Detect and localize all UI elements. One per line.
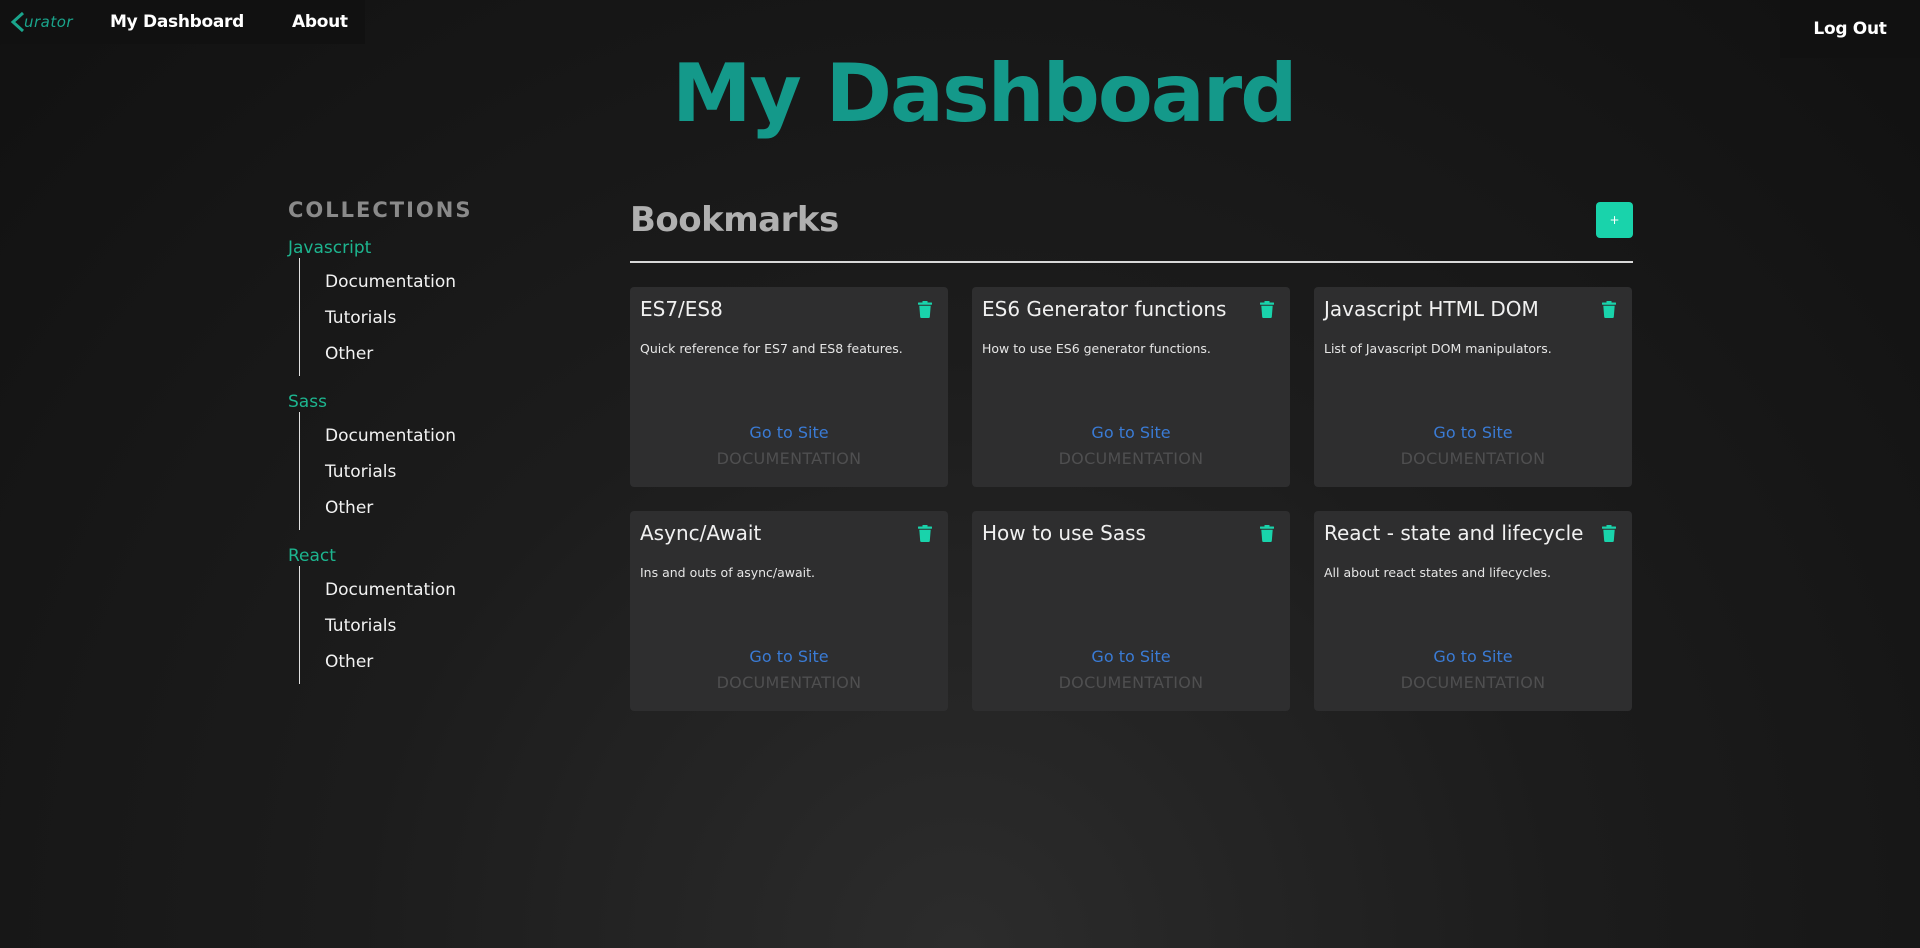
bookmarks-panel: Bookmarks + ES7/ES8 Quick reference for … xyxy=(630,200,1633,711)
sub-item-other[interactable]: Other xyxy=(325,644,528,680)
sub-item-documentation[interactable]: Documentation xyxy=(325,418,528,454)
go-to-site-link[interactable]: Go to Site xyxy=(972,647,1290,666)
collection-sass[interactable]: Sass xyxy=(288,392,528,412)
trash-icon[interactable] xyxy=(1602,301,1616,318)
collection-sub-list: Documentation Tutorials Other xyxy=(299,258,528,376)
sub-item-documentation[interactable]: Documentation xyxy=(325,264,528,300)
collection-sub-list: Documentation Tutorials Other xyxy=(299,566,528,684)
bookmark-card: How to use Sass Go to Site DOCUMENTATION xyxy=(972,511,1290,711)
trash-icon[interactable] xyxy=(1602,525,1616,542)
trash-icon[interactable] xyxy=(1260,301,1274,318)
bookmark-description: Ins and outs of async/await. xyxy=(640,565,816,580)
sub-item-tutorials[interactable]: Tutorials xyxy=(325,300,528,336)
go-to-site-link[interactable]: Go to Site xyxy=(1314,423,1632,442)
bookmark-description: How to use ES6 generator functions. xyxy=(982,341,1211,356)
bookmark-card: Javascript HTML DOM List of Javascript D… xyxy=(1314,287,1632,487)
bookmark-description: All about react states and lifecycles. xyxy=(1324,565,1551,580)
bookmark-category-tag: DOCUMENTATION xyxy=(1058,673,1204,692)
trash-icon[interactable] xyxy=(918,525,932,542)
bookmark-category-tag: DOCUMENTATION xyxy=(1400,673,1546,692)
bookmark-title: Async/Await xyxy=(640,521,762,545)
navbar: urator My Dashboard About xyxy=(0,0,365,44)
collection-group: React Documentation Tutorials Other xyxy=(288,546,528,684)
collection-javascript[interactable]: Javascript xyxy=(288,238,528,258)
bookmark-grid: ES7/ES8 Quick reference for ES7 and ES8 … xyxy=(630,287,1633,711)
collection-group: Javascript Documentation Tutorials Other xyxy=(288,238,528,376)
bookmark-category-tag: DOCUMENTATION xyxy=(1058,449,1204,468)
go-to-site-link[interactable]: Go to Site xyxy=(972,423,1290,442)
bookmarks-title: Bookmarks xyxy=(630,200,839,240)
collections-sidebar: COLLECTIONS Javascript Documentation Tut… xyxy=(288,198,528,684)
go-to-site-link[interactable]: Go to Site xyxy=(630,423,948,442)
sub-item-tutorials[interactable]: Tutorials xyxy=(325,608,528,644)
bookmark-category-tag: DOCUMENTATION xyxy=(716,449,862,468)
nav-link-about[interactable]: About xyxy=(292,12,348,32)
logo-text: urator xyxy=(24,13,74,31)
logout-button[interactable]: Log Out xyxy=(1780,0,1920,58)
bookmark-category-tag: DOCUMENTATION xyxy=(716,673,862,692)
bookmark-card: ES6 Generator functions How to use ES6 g… xyxy=(972,287,1290,487)
bookmark-card: ES7/ES8 Quick reference for ES7 and ES8 … xyxy=(630,287,948,487)
collection-react[interactable]: React xyxy=(288,546,528,566)
bookmark-title: How to use Sass xyxy=(982,521,1146,545)
collection-sub-list: Documentation Tutorials Other xyxy=(299,412,528,530)
bookmark-category-tag: DOCUMENTATION xyxy=(1400,449,1546,468)
curator-logo[interactable]: urator xyxy=(10,11,92,33)
bookmark-title: React - state and lifecycle xyxy=(1324,521,1584,545)
bookmark-description: List of Javascript DOM manipulators. xyxy=(1324,341,1552,356)
bookmark-card: Async/Await Ins and outs of async/await.… xyxy=(630,511,948,711)
trash-icon[interactable] xyxy=(1260,525,1274,542)
collections-heading: COLLECTIONS xyxy=(288,198,473,222)
sub-item-other[interactable]: Other xyxy=(325,490,528,526)
collection-group: Sass Documentation Tutorials Other xyxy=(288,392,528,530)
bookmarks-header: Bookmarks + xyxy=(630,200,1633,263)
nav-link-my-dashboard[interactable]: My Dashboard xyxy=(110,12,244,32)
go-to-site-link[interactable]: Go to Site xyxy=(1314,647,1632,666)
bookmark-card: React - state and lifecycle All about re… xyxy=(1314,511,1632,711)
sub-item-documentation[interactable]: Documentation xyxy=(325,572,528,608)
add-bookmark-button[interactable]: + xyxy=(1596,202,1633,238)
go-to-site-link[interactable]: Go to Site xyxy=(630,647,948,666)
bookmark-title: Javascript HTML DOM xyxy=(1324,297,1539,321)
bookmark-description: Quick reference for ES7 and ES8 features… xyxy=(640,341,903,356)
page-title: My Dashboard xyxy=(672,47,1297,140)
sub-item-tutorials[interactable]: Tutorials xyxy=(325,454,528,490)
bookmark-title: ES6 Generator functions xyxy=(982,297,1227,321)
bookmark-title: ES7/ES8 xyxy=(640,297,723,321)
trash-icon[interactable] xyxy=(918,301,932,318)
sub-item-other[interactable]: Other xyxy=(325,336,528,372)
